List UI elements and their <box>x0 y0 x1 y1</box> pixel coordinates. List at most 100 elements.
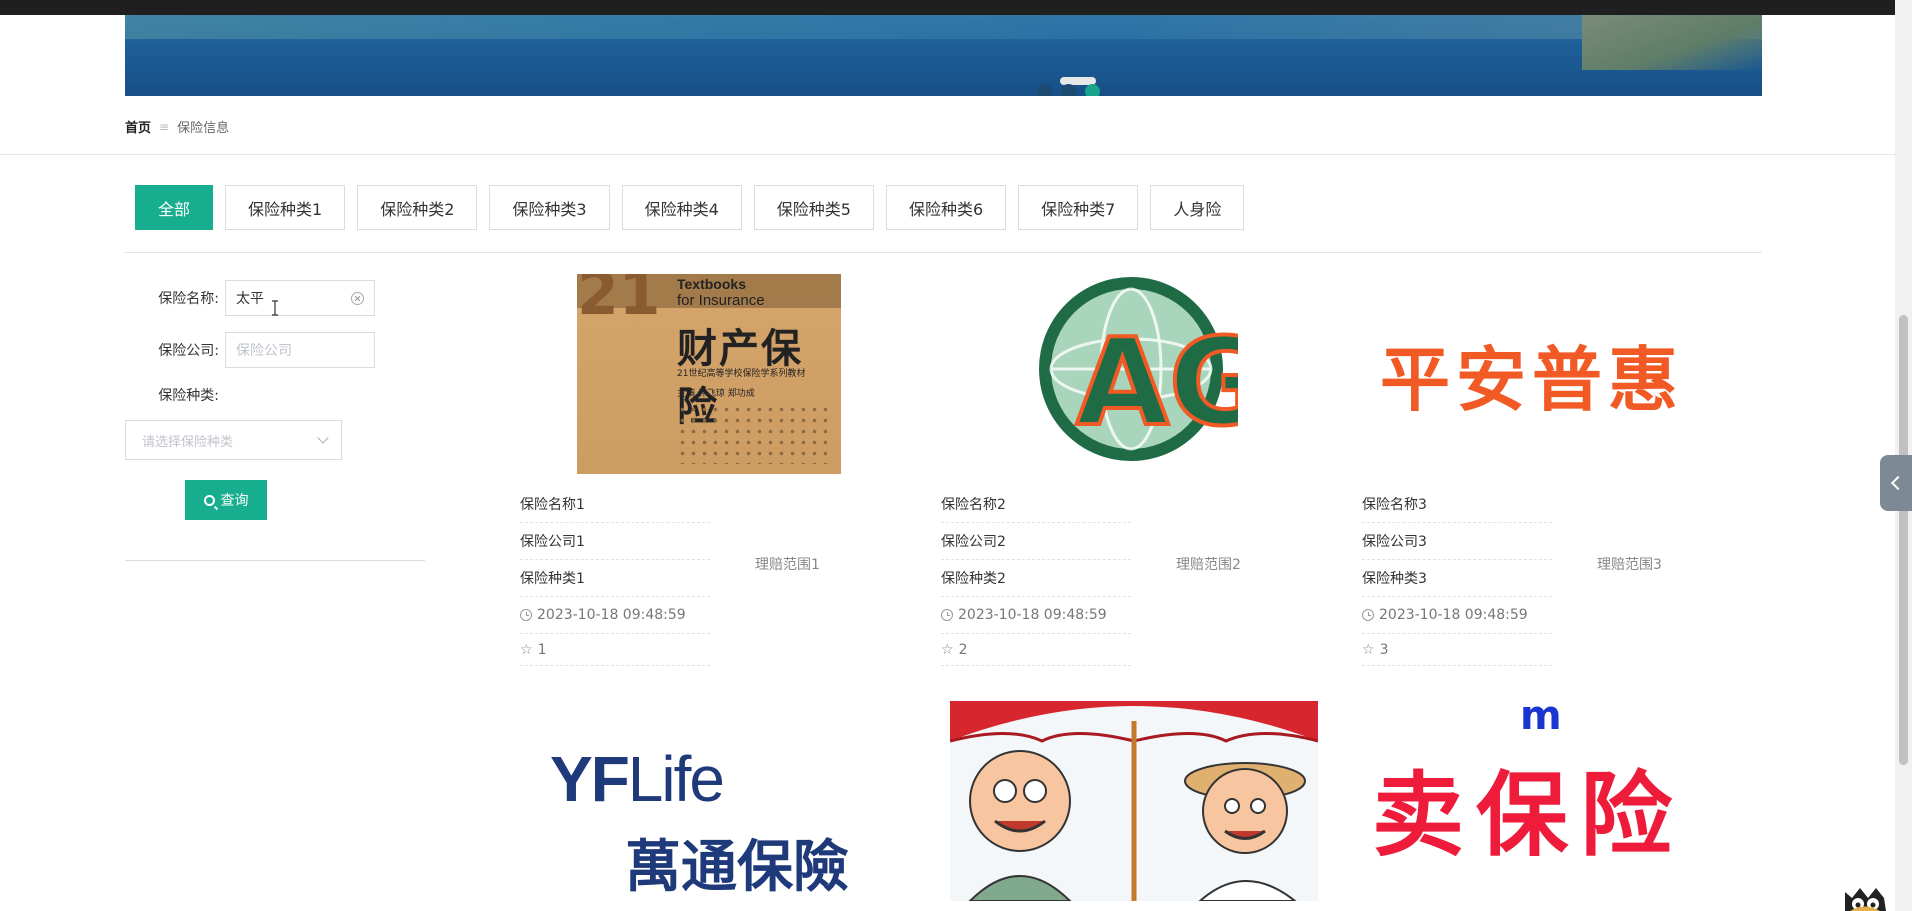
banner-shore <box>125 15 1762 39</box>
book-editors: 主编 许飞琼 郑功成 <box>677 389 755 399</box>
card-likes: 3 <box>1379 641 1389 658</box>
tab-type-5[interactable]: 保险种类5 <box>753 185 874 230</box>
type-filter-select[interactable]: 请选择保险种类 <box>125 420 342 460</box>
divider <box>125 252 1762 253</box>
book-title-en-1: Textbooks <box>677 276 746 292</box>
tab-type-6[interactable]: 保险种类6 <box>885 185 1007 230</box>
banner-land <box>1582 15 1762 70</box>
star-icon[interactable]: ☆ <box>520 643 533 657</box>
card-info: 保险名称2 保险公司2 保险种类2 2023-10-18 09:48:59 ☆ … <box>941 486 1131 666</box>
sell-image-m: m <box>1520 693 1562 739</box>
breadcrumb-separator: ≡ <box>159 119 170 134</box>
scrollbar-thumb[interactable] <box>1899 315 1908 765</box>
tab-all[interactable]: 全部 <box>135 185 214 230</box>
card-company: 保险公司2 <box>941 523 1131 560</box>
card-date: 2023-10-18 09:48:59 <box>1379 607 1528 623</box>
card-image-yflife-logo[interactable]: YFLife 萬通保險 <box>530 712 870 900</box>
card-info: 保险名称3 保险公司3 保险种类3 2023-10-18 09:48:59 ☆ … <box>1362 486 1552 666</box>
clear-icon[interactable] <box>351 291 364 305</box>
company-filter-label: 保险公司: <box>158 343 219 359</box>
banner-carousel[interactable] <box>125 15 1762 96</box>
name-filter-input[interactable]: 太平 <box>225 280 375 316</box>
clock-icon <box>520 609 532 621</box>
star-icon[interactable]: ☆ <box>941 643 954 657</box>
card-image-book[interactable]: 21 Textbooks for Insurance 财产保险 21世纪高等学校… <box>577 274 841 474</box>
carousel-dot[interactable] <box>1061 84 1076 96</box>
name-filter-row: 保险名称: 太平 <box>125 280 375 316</box>
query-button[interactable]: 查询 <box>185 480 267 520</box>
card-date: 2023-10-18 09:48:59 <box>537 607 686 623</box>
company-filter-row: 保险公司: 保险公司 <box>125 332 375 368</box>
tab-type-1[interactable]: 保险种类1 <box>225 185 346 230</box>
name-filter-label: 保险名称: <box>158 291 219 307</box>
card-claim-scope: 理赔范围3 <box>1597 557 1662 573</box>
card-type: 保险种类1 <box>520 560 710 597</box>
tab-type-3[interactable]: 保险种类3 <box>489 185 610 230</box>
star-icon[interactable]: ☆ <box>1362 643 1375 657</box>
card-name: 保险名称3 <box>1362 486 1552 523</box>
card-type: 保险种类2 <box>941 560 1131 597</box>
breadcrumb: 首页 ≡ 保险信息 <box>125 117 230 137</box>
pingan-logo-text: 平安普惠 <box>1380 338 1684 421</box>
book-series: 21世纪高等学校保险学系列教材 <box>677 369 806 379</box>
tab-type-2[interactable]: 保险种类2 <box>357 185 478 230</box>
book-title-en-2: for Insurance <box>677 292 765 309</box>
breadcrumb-home[interactable]: 首页 <box>125 117 151 136</box>
company-filter-input[interactable]: 保险公司 <box>225 332 375 368</box>
text-cursor-icon <box>272 300 278 316</box>
mascot-icon[interactable] <box>1840 884 1890 911</box>
company-filter-placeholder: 保险公司 <box>236 343 292 359</box>
card-image-pingan-logo[interactable]: 平安普惠 <box>1362 274 1702 474</box>
insurance-card-1[interactable]: 21 Textbooks for Insurance 财产保险 21世纪高等学校… <box>520 274 940 666</box>
category-tabs: 全部 保险种类1 保险种类2 保险种类3 保险种类4 保险种类5 保险种类6 保… <box>135 185 1245 230</box>
clock-icon <box>941 609 953 621</box>
card-likes: 1 <box>537 641 547 658</box>
clock-icon <box>1362 609 1374 621</box>
card-name: 保险名称1 <box>520 486 710 523</box>
card-image-ag-logo[interactable]: AG <box>1024 274 1238 474</box>
tab-type-7[interactable]: 保险种类7 <box>1018 185 1139 230</box>
card-company: 保险公司1 <box>520 523 710 560</box>
divider <box>125 560 425 561</box>
side-panel-toggle[interactable] <box>1880 455 1912 511</box>
insurance-card-3[interactable]: 平安普惠 保险名称3 保险公司3 保险种类3 2023-10-18 09:48:… <box>1362 274 1782 666</box>
insurance-card-2[interactable]: AG 保险名称2 保险公司2 保险种类2 2023-10-18 09:48:59… <box>941 274 1361 666</box>
type-filter-row: 保险种类: <box>125 385 225 405</box>
card-date: 2023-10-18 09:48:59 <box>958 607 1107 623</box>
yflife-brand: YFLife <box>550 742 725 816</box>
card-info: 保险名称1 保险公司1 保险种类1 2023-10-18 09:48:59 ☆ … <box>520 486 710 666</box>
carousel-dot[interactable] <box>1037 84 1052 96</box>
card-likes-row: ☆ 3 <box>1362 634 1552 666</box>
name-filter-value: 太平 <box>236 291 264 307</box>
card-image-sell-insurance[interactable]: m 卖保险 <box>1362 693 1702 901</box>
book-dot-pattern <box>677 404 827 464</box>
carousel-indicators <box>1037 84 1100 96</box>
card-date-row: 2023-10-18 09:48:59 <box>520 597 710 634</box>
query-button-label: 查询 <box>220 493 249 509</box>
chevron-down-icon <box>317 432 329 444</box>
yflife-cn-name: 萬通保險 <box>625 835 849 900</box>
ag-letters: AG <box>1076 314 1238 453</box>
card-claim-scope: 理赔范围1 <box>755 557 820 573</box>
search-icon <box>203 494 215 506</box>
tab-life-insurance[interactable]: 人身险 <box>1150 185 1245 230</box>
tab-type-4[interactable]: 保险种类4 <box>621 185 742 230</box>
chevron-left-icon <box>1890 475 1906 491</box>
card-date-row: 2023-10-18 09:48:59 <box>941 597 1131 634</box>
carousel-dot-active[interactable] <box>1085 84 1100 96</box>
card-image-cartoon[interactable] <box>950 701 1318 901</box>
yflife-brand-yf: YF <box>550 743 630 815</box>
type-filter-placeholder: 请选择保险种类 <box>142 434 234 450</box>
card-likes-row: ☆ 1 <box>520 634 710 666</box>
card-likes: 2 <box>958 641 968 658</box>
breadcrumb-current: 保险信息 <box>177 121 230 136</box>
yflife-brand-life: Life <box>627 743 725 815</box>
book-numeral: 21 <box>577 274 661 329</box>
card-date-row: 2023-10-18 09:48:59 <box>1362 597 1552 634</box>
card-claim-scope: 理赔范围2 <box>1176 557 1241 573</box>
card-name: 保险名称2 <box>941 486 1131 523</box>
type-filter-label: 保险种类: <box>158 388 219 404</box>
card-company: 保险公司3 <box>1362 523 1552 560</box>
divider <box>0 154 1895 155</box>
card-likes-row: ☆ 2 <box>941 634 1131 666</box>
